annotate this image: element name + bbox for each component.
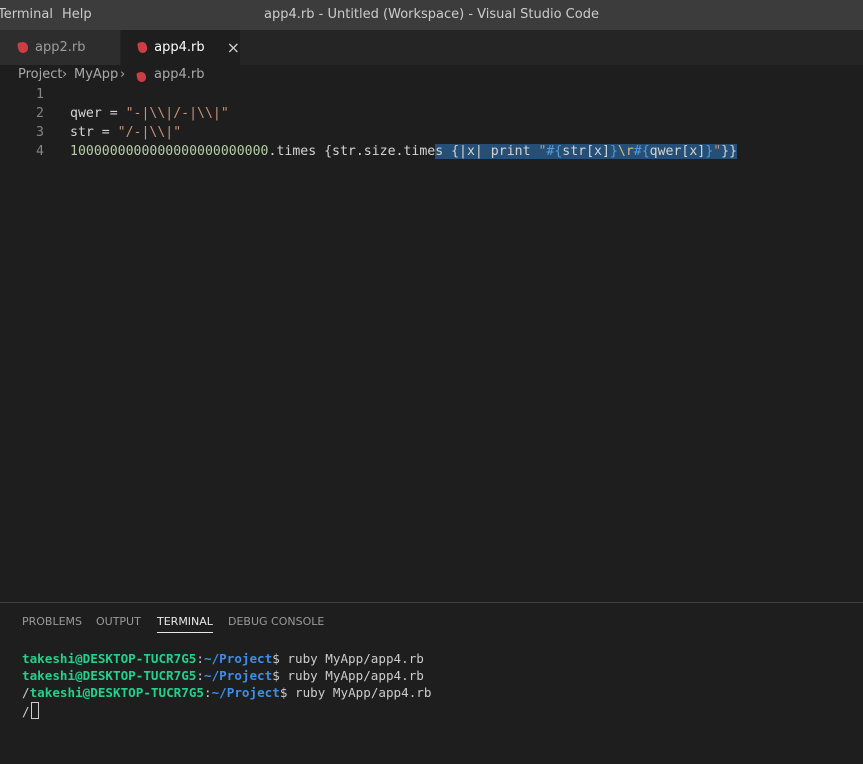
breadcrumb-project[interactable]: Project <box>18 67 62 82</box>
close-icon[interactable]: × <box>227 38 240 57</box>
terminal-colon: : <box>196 651 204 666</box>
breadcrumb-file[interactable]: app4.rb <box>154 67 204 82</box>
code-text: qwer = <box>70 106 126 121</box>
tab-terminal[interactable]: TERMINAL <box>157 615 213 633</box>
window-title: app4.rb - Untitled (Workspace) - Visual … <box>264 7 599 22</box>
breadcrumb: Project › MyApp › app4.rb <box>0 65 863 87</box>
interpolation-open: #{ <box>633 144 650 159</box>
bottom-panel: PROBLEMS OUTPUT TERMINAL DEBUG CONSOLE t… <box>0 602 863 764</box>
title-bar: Terminal Help app4.rb - Untitled (Worksp… <box>0 0 863 30</box>
tab-label: app2.rb <box>35 40 86 55</box>
escape-sequence: \r <box>617 144 634 159</box>
line-number: 1 <box>36 87 44 102</box>
code-line: 3 str = "/-|\\|" <box>0 125 863 144</box>
terminal-output: / <box>22 704 30 719</box>
code-text: str = <box>70 125 118 140</box>
terminal-command: $ ruby MyApp/app4.rb <box>272 668 424 683</box>
terminal-line: takeshi@DESKTOP-TUCR7G5:~/Project$ ruby … <box>22 668 424 683</box>
terminal-command: $ ruby MyApp/app4.rb <box>272 651 424 666</box>
terminal-user: takeshi@DESKTOP-TUCR7G5 <box>22 651 197 666</box>
terminal-colon: : <box>203 685 212 700</box>
ruby-file-icon <box>17 41 29 54</box>
tab-problems[interactable]: PROBLEMS <box>22 615 82 628</box>
string-quote: " <box>713 144 722 159</box>
tab-app2[interactable]: app2.rb <box>0 30 120 65</box>
string-literal: "-|\\|/-|\\|" <box>125 106 229 121</box>
tab-app4[interactable]: app4.rb × <box>121 30 240 65</box>
chevron-right-icon: › <box>62 67 68 82</box>
tab-output[interactable]: OUTPUT <box>96 615 141 628</box>
terminal-line: takeshi@DESKTOP-TUCR7G5:~/Project$ ruby … <box>22 651 424 666</box>
interpolation-open: #{ <box>546 144 563 159</box>
code-text: qwer[x] <box>649 144 706 159</box>
code-text: .times {str.size.time <box>268 144 436 159</box>
code-text: s {|x| print <box>435 144 539 159</box>
chevron-right-icon: › <box>120 67 126 82</box>
code-line: 4 1000000000000000000000000.times {str.s… <box>0 144 863 163</box>
terminal-cursor <box>30 702 39 719</box>
line-number: 4 <box>36 144 44 159</box>
number-literal: 1000000000000000000000000 <box>70 144 269 159</box>
code-text: }} <box>721 144 738 159</box>
terminal-user: takeshi@DESKTOP-TUCR7G5 <box>29 685 204 700</box>
terminal-input-line[interactable]: / <box>22 702 39 719</box>
code-line: 2 qwer = "-|\\|/-|\\|" <box>0 106 863 125</box>
ruby-file-icon <box>137 41 148 54</box>
tab-label: app4.rb <box>154 40 205 55</box>
line-number: 2 <box>36 106 44 121</box>
string-literal: "/-|\\|" <box>117 125 182 140</box>
interpolation-close: } <box>609 144 618 159</box>
terminal-path: ~/Project <box>203 668 273 683</box>
interpolation-close: } <box>705 144 714 159</box>
terminal-output: / <box>22 685 30 700</box>
terminal-command: $ ruby MyApp/app4.rb <box>279 685 432 700</box>
code-line: 1 <box>0 87 863 106</box>
ruby-file-icon <box>136 71 153 86</box>
code-editor[interactable]: 1 2 qwer = "-|\\|/-|\\|" 3 str = "/-|\\|… <box>0 87 863 602</box>
selection: s {|x| print "#{str[x]}\r#{qwer[x]}"}} <box>435 144 738 159</box>
terminal-line: /takeshi@DESKTOP-TUCR7G5:~/Project$ ruby… <box>22 685 431 700</box>
tab-debug-console[interactable]: DEBUG CONSOLE <box>228 615 324 628</box>
breadcrumb-myapp[interactable]: MyApp <box>74 67 118 82</box>
line-number: 3 <box>36 125 44 140</box>
terminal-path: ~/Project <box>203 651 273 666</box>
terminal-user: takeshi@DESKTOP-TUCR7G5 <box>22 668 197 683</box>
terminal-colon: : <box>196 668 204 683</box>
editor-tab-bar: app2.rb app4.rb × <box>0 30 863 65</box>
code-text: str[x] <box>562 144 610 159</box>
terminal-path: ~/Project <box>211 685 280 700</box>
